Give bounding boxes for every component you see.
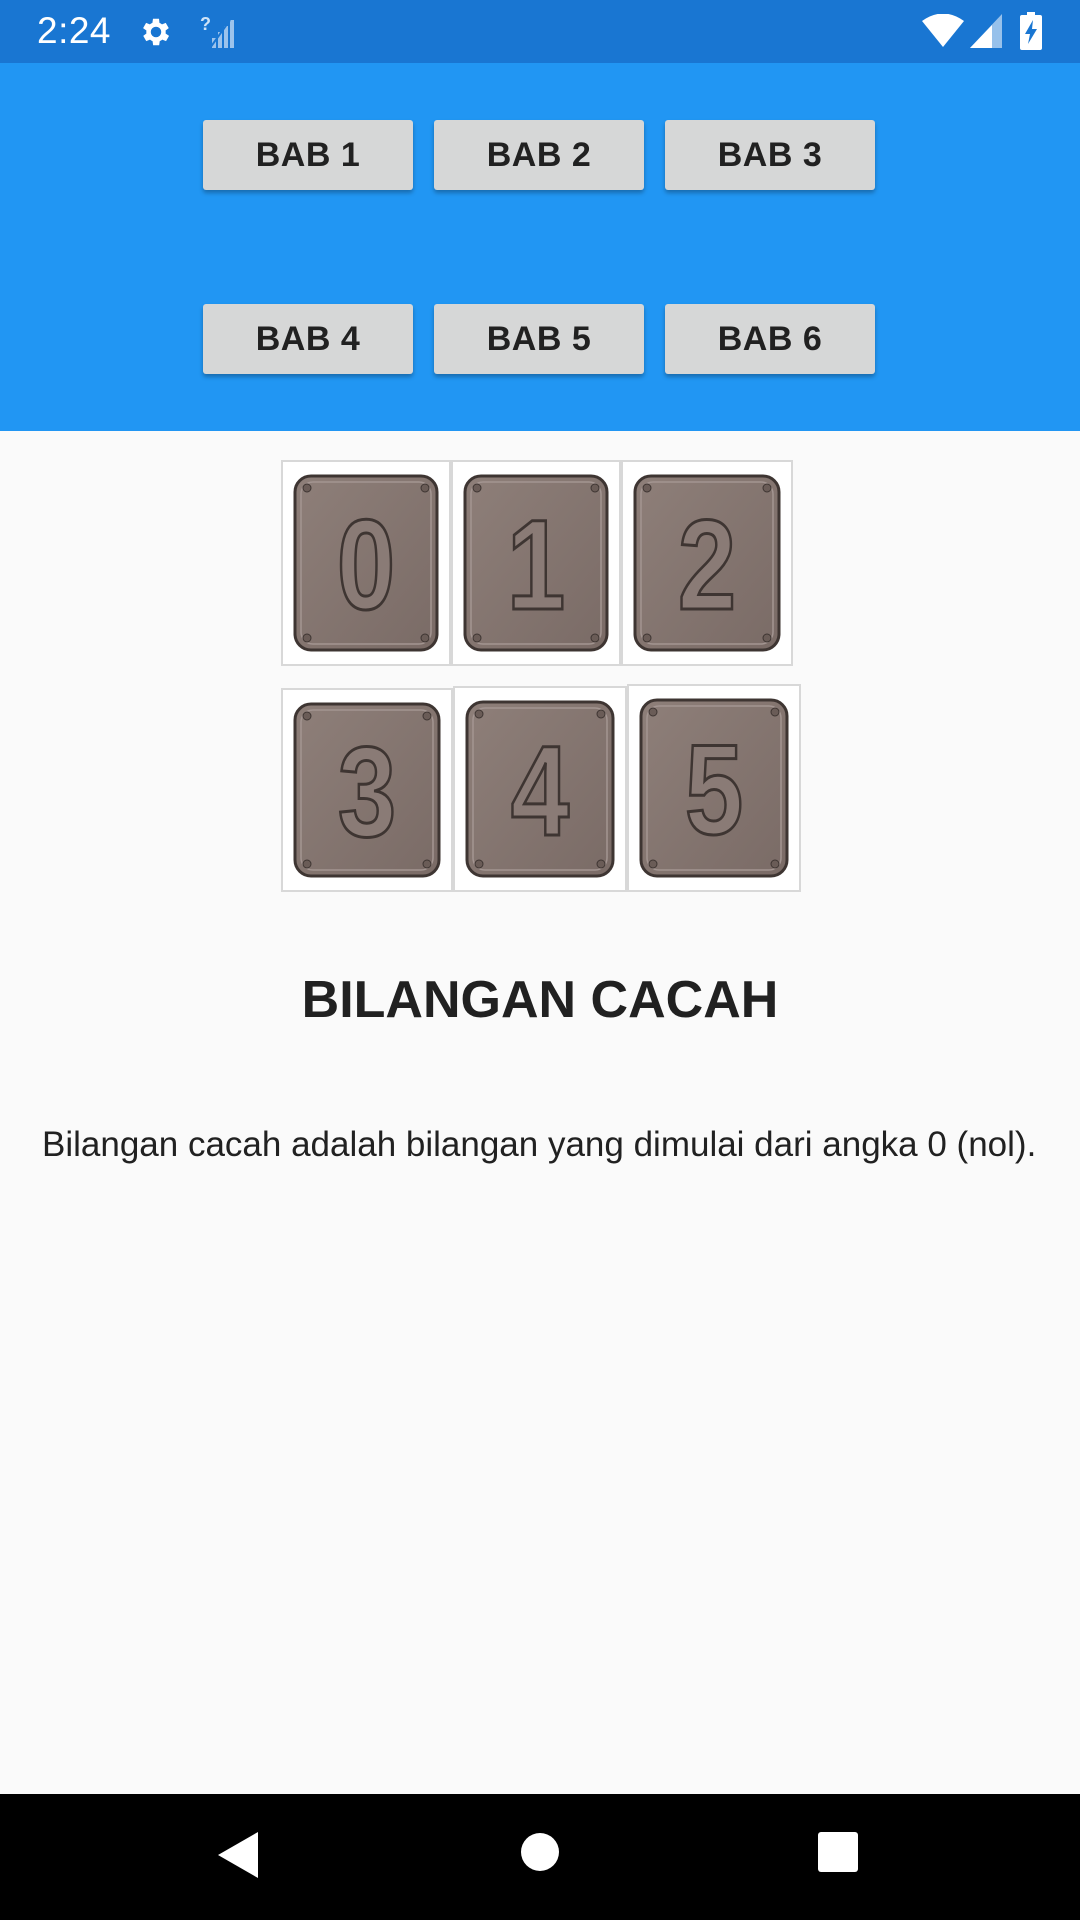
- svg-text:0: 0: [337, 493, 395, 636]
- wifi-icon: [922, 13, 964, 48]
- svg-text:2: 2: [678, 493, 736, 636]
- svg-text:5: 5: [685, 718, 743, 861]
- bab-1-button[interactable]: BAB 1: [203, 120, 413, 190]
- number-tile-3: 3: [281, 688, 453, 892]
- bab-6-button[interactable]: BAB 6: [665, 304, 875, 374]
- status-bar: 2:24 ?: [0, 0, 1080, 63]
- bab-4-button[interactable]: BAB 4: [203, 304, 413, 374]
- battery-charging-icon: [1020, 12, 1042, 50]
- svg-text:4: 4: [511, 719, 569, 862]
- no-signal-icon: ?: [200, 12, 234, 50]
- gear-icon: [138, 14, 174, 50]
- bab-3-button[interactable]: BAB 3: [665, 120, 875, 190]
- number-tile-4: 4: [453, 686, 627, 892]
- recents-icon[interactable]: [818, 1832, 858, 1872]
- number-tile-0: 0: [281, 460, 451, 666]
- number-tile-5: 5: [627, 684, 801, 892]
- page-title: BILANGAN CACAH: [301, 971, 779, 1029]
- navigation-bar: [0, 1794, 1080, 1920]
- status-time: 2:24: [37, 10, 112, 51]
- description-text: Bilangan cacah adalah bilangan yang dimu…: [42, 1125, 1037, 1164]
- number-tiles-image: 012 345: [281, 460, 801, 892]
- bab-2-button[interactable]: BAB 2: [434, 120, 644, 190]
- number-tile-1: 1: [451, 460, 621, 666]
- cell-signal-icon: [970, 14, 1002, 48]
- home-icon[interactable]: [520, 1832, 560, 1872]
- bab-5-button[interactable]: BAB 5: [434, 304, 644, 374]
- chapter-header: BAB 1 BAB 2 BAB 3 BAB 4 BAB 5 BAB 6: [0, 63, 1080, 431]
- svg-text:3: 3: [338, 720, 396, 863]
- svg-text:1: 1: [507, 493, 565, 636]
- number-tile-2: 2: [621, 460, 793, 666]
- back-icon[interactable]: [218, 1832, 258, 1878]
- svg-text:?: ?: [200, 14, 211, 34]
